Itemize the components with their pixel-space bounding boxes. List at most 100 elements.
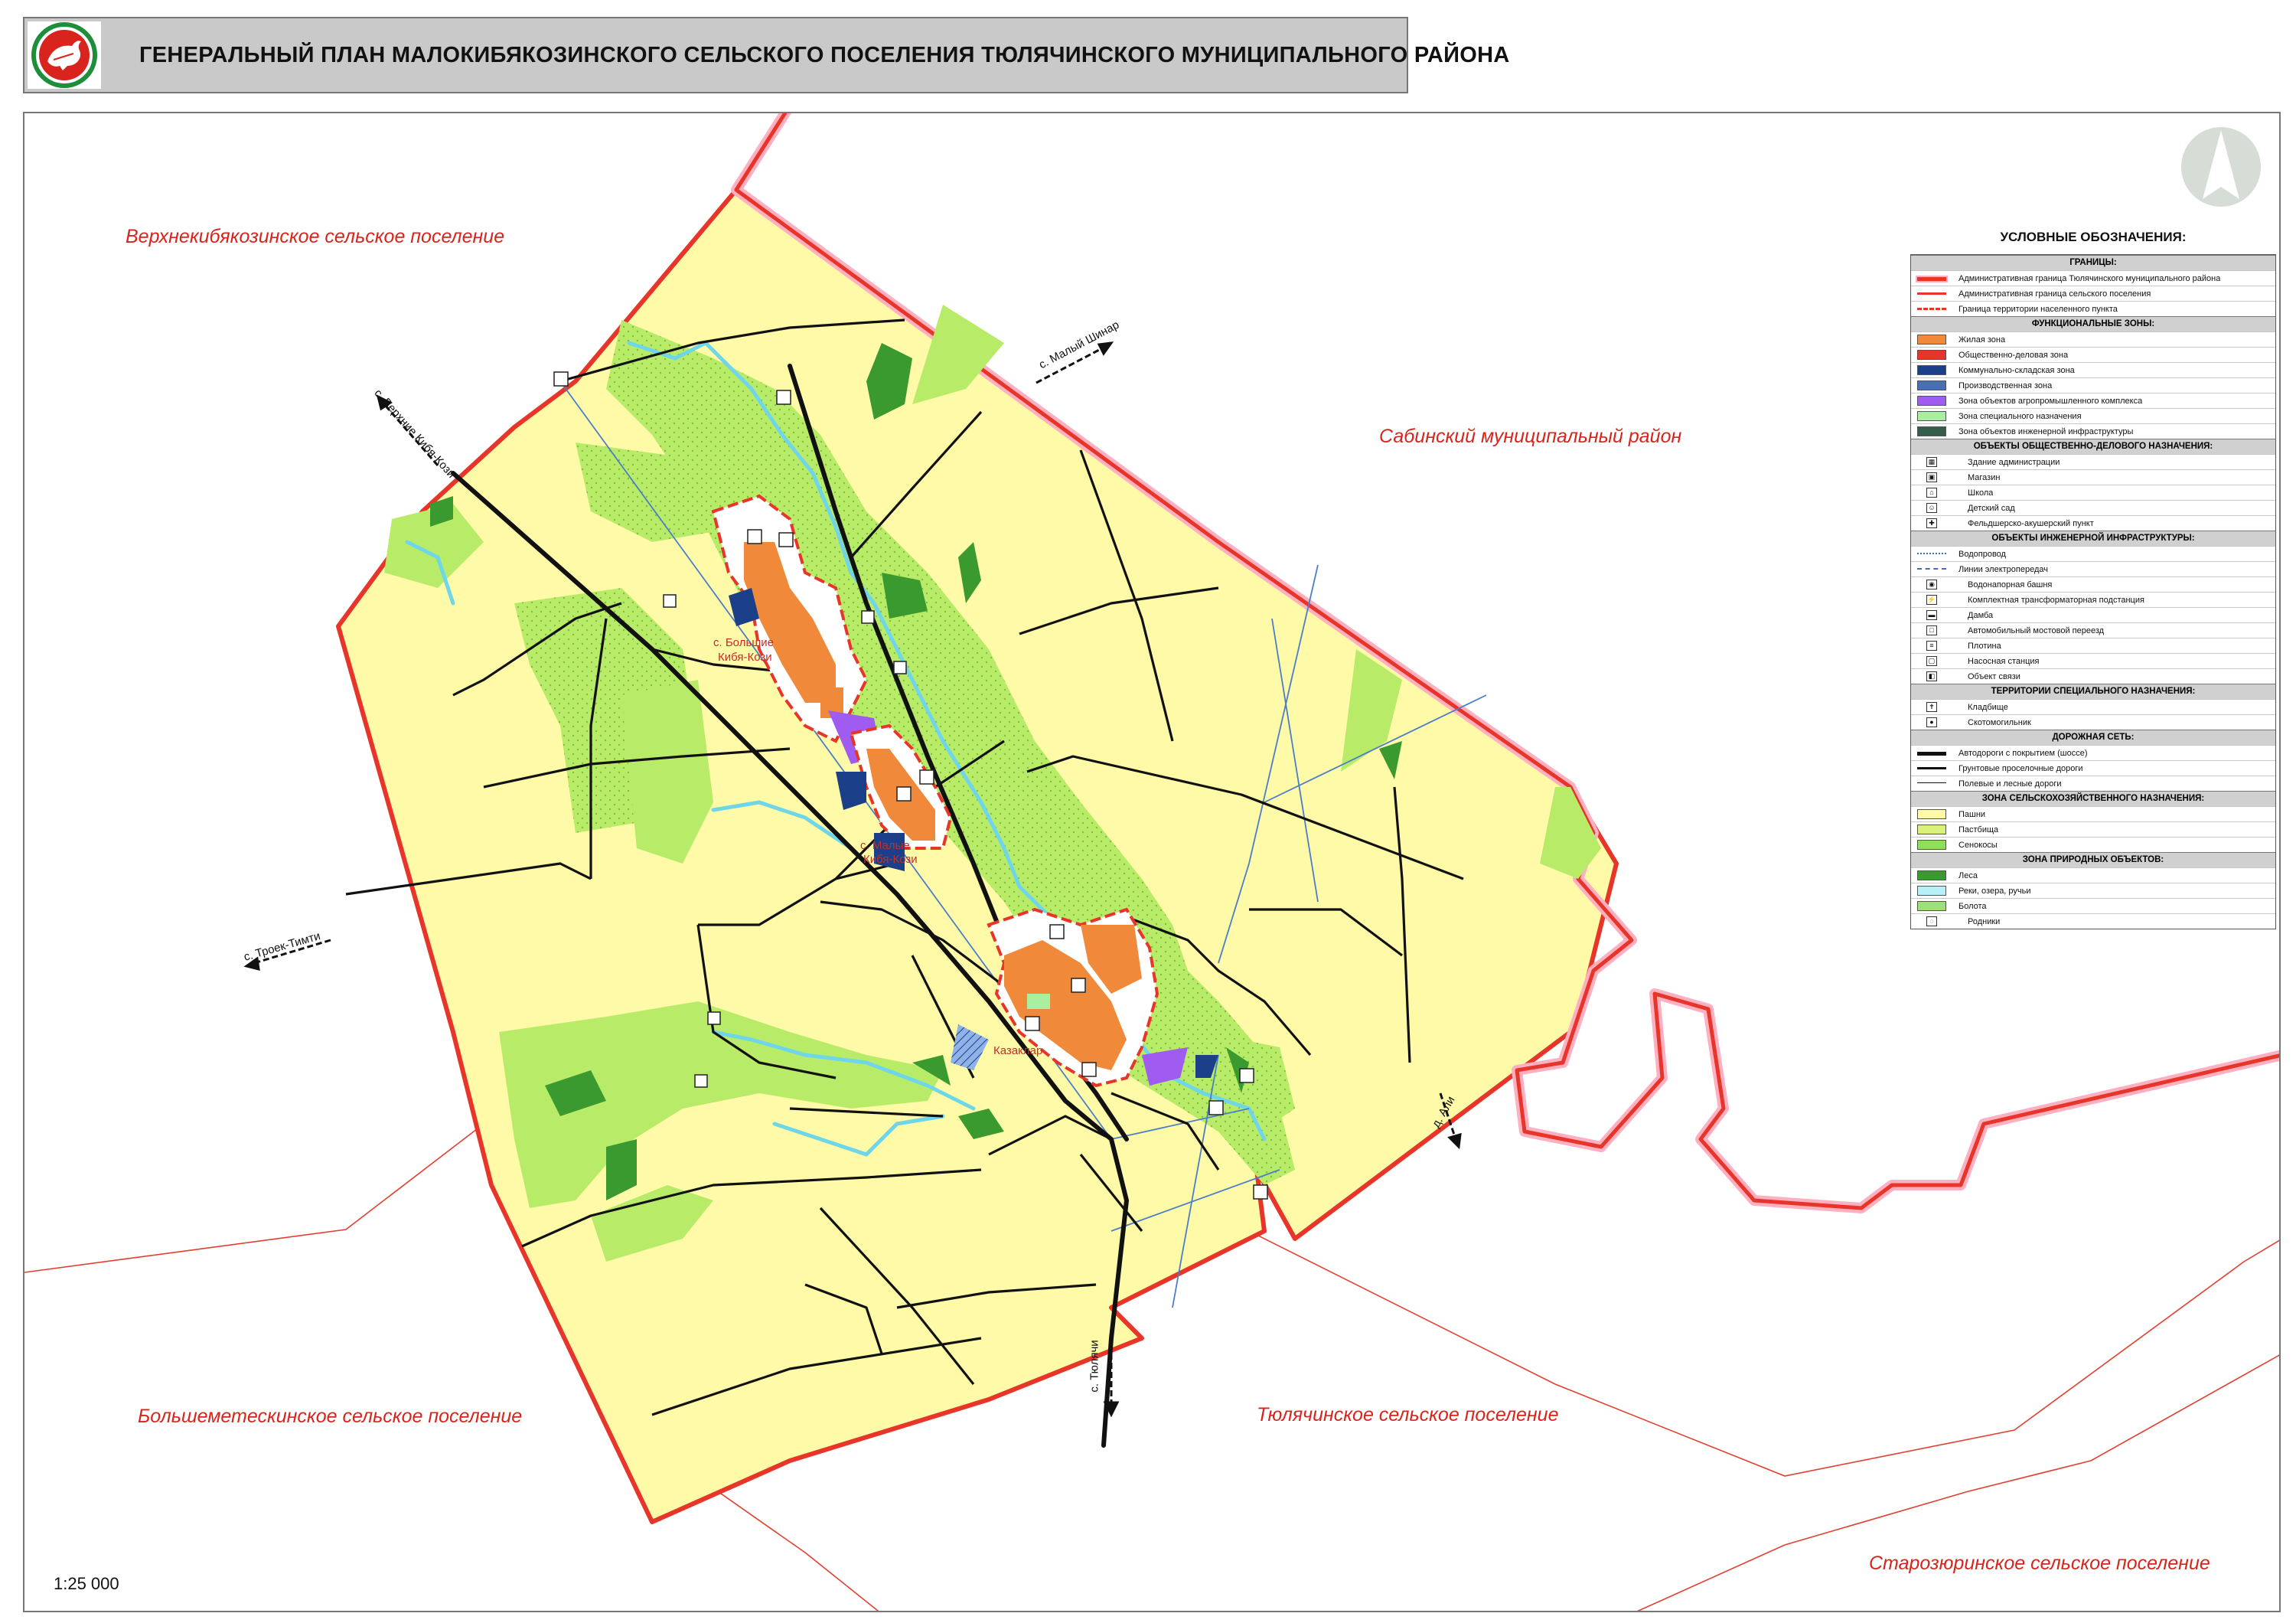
legend-line-swatch — [1917, 779, 1946, 789]
legend-section-header: ЗОНА СЕЛЬСКОХОЗЯЙСТВЕННОГО НАЗНАЧЕНИЯ: — [1911, 791, 2275, 806]
neighbor-label-se: Старозюринское сельское поселение — [1869, 1553, 2210, 1574]
legend-line-swatch — [1917, 549, 1946, 559]
legend-item: ◉ Водонапорная башня — [1911, 576, 2275, 592]
legend-item: Коммунально-складская зона — [1911, 362, 2275, 377]
legend-item: ▣ Магазин — [1911, 469, 2275, 485]
legend-item: Общественно-деловая зона — [1911, 347, 2275, 362]
neighbor-label-s: Тюлячинское сельское поселение — [1257, 1404, 1559, 1425]
legend-item: Пастбища — [1911, 821, 2275, 837]
legend-item-label: Зона объектов инженерной инфраструктуры — [1958, 426, 2134, 436]
legend-box: ГРАНИЦЫ: Административная граница Тюлячин… — [1910, 254, 2276, 929]
legend-line — [1917, 752, 1946, 756]
legend-item: Полевые и лесные дороги — [1911, 776, 2275, 791]
legend-item: Зона объектов инженерной инфраструктуры — [1911, 423, 2275, 439]
legend-swatch — [1917, 809, 1946, 819]
legend-item-label: Плотина — [1968, 641, 2001, 651]
legend-section-header: ТЕРРИТОРИИ СПЕЦИАЛЬНОГО НАЗНАЧЕНИЯ: — [1911, 684, 2275, 699]
legend-icon: ▣ — [1926, 472, 1937, 482]
legend-item-label: Болота — [1958, 901, 1987, 911]
village-label-malye-2: Кибя-Кози — [863, 853, 918, 866]
legend-icon: ◌ — [1926, 916, 1937, 926]
village-label-bolshie-1: с. Большие — [713, 636, 775, 649]
legend-icon: ✝ — [1926, 702, 1937, 712]
legend-icon: ☺ — [1926, 503, 1937, 513]
legend: УСЛОВНЫЕ ОБОЗНАЧЕНИЯ: ГРАНИЦЫ: Администра… — [1910, 230, 2276, 929]
legend-item-label: Пастбища — [1958, 825, 1999, 834]
legend-swatch — [1917, 426, 1946, 436]
legend-icon: ✚ — [1926, 518, 1937, 528]
village-label-bolshie-2: Кибя-Кози — [718, 651, 772, 664]
legend-item: Линии электропередач — [1911, 561, 2275, 576]
legend-item-label: Коммунально-складская зона — [1958, 365, 2075, 375]
legend-item-label: Административная граница Тюлячинского му… — [1958, 273, 2221, 283]
legend-section-header: ЗОНА ПРИРОДНЫХ ОБЪЕКТОВ: — [1911, 852, 2275, 867]
legend-section-header: ГРАНИЦЫ: — [1911, 255, 2275, 270]
legend-icon: ⚡ — [1926, 595, 1937, 605]
page-title: ГЕНЕРАЛЬНЫЙ ПЛАН МАЛОКИБЯКОЗИНСКОГО СЕЛЬ… — [139, 43, 1510, 67]
legend-item-label: Зона специального назначения — [1958, 411, 2082, 421]
legend-item-label: Водопровод — [1958, 549, 2006, 559]
legend-icon: ≡ — [1926, 641, 1937, 651]
legend-item: ☺ Детский сад — [1911, 500, 2275, 515]
legend-title: УСЛОВНЫЕ ОБОЗНАЧЕНИЯ: — [2000, 230, 2187, 244]
legend-item: ◌ Родники — [1911, 913, 2275, 929]
legend-swatch — [1917, 396, 1946, 406]
legend-swatch — [1917, 901, 1946, 911]
neighbor-label-nw: Верхнекибякозинское сельское поселение — [126, 226, 505, 247]
neighbor-label-sw: Большеметескинское сельское поселение — [138, 1406, 523, 1427]
legend-line — [1917, 292, 1946, 295]
legend-item: Производственная зона — [1911, 377, 2275, 393]
legend-item-label: Реки, озера, ручьи — [1958, 886, 2031, 896]
legend-item: Леса — [1911, 867, 2275, 883]
legend-item-label: Здание администрации — [1968, 457, 2060, 467]
legend-item-label: Дамба — [1968, 610, 1994, 620]
legend-item-label: Граница территории населенного пункта — [1958, 304, 2118, 314]
legend-swatch — [1917, 886, 1946, 896]
legend-swatch — [1917, 380, 1946, 390]
legend-line-swatch — [1917, 564, 1946, 574]
legend-item: Автодороги с покрытием (шоссе) — [1911, 745, 2275, 760]
legend-item: Болота — [1911, 898, 2275, 913]
legend-swatch — [1917, 840, 1946, 850]
legend-item: Грунтовые проселочные дороги — [1911, 760, 2275, 776]
legend-line — [1917, 308, 1946, 310]
legend-item-label: Детский сад — [1968, 503, 2015, 513]
village-label-malye-1: с. Малые — [860, 839, 910, 852]
legend-icon: ⌂ — [1926, 488, 1937, 498]
map-frame: Верхнекибякозинское сельское поселение С… — [23, 112, 2281, 1612]
legend-item: Зона объектов агропромышленного комплекс… — [1911, 393, 2275, 408]
legend-item: Жилая зона — [1911, 331, 2275, 347]
legend-line-swatch — [1917, 763, 1946, 773]
legend-item-label: Леса — [1958, 870, 1978, 880]
legend-item: Зона специального назначения — [1911, 408, 2275, 423]
legend-icon: □ — [1926, 625, 1937, 635]
legend-item-label: Жилая зона — [1958, 335, 2006, 345]
legend-item-label: Административная граница сельского посел… — [1958, 289, 2151, 299]
legend-line — [1917, 568, 1946, 570]
legend-section-header: ОБЪЕКТЫ ОБЩЕСТВЕННО-ДЕЛОВОГО НАЗНАЧЕНИЯ: — [1911, 439, 2275, 454]
legend-item-label: Школа — [1968, 488, 1994, 498]
legend-item-label: Объект связи — [1968, 671, 2020, 681]
legend-icon: ◉ — [1926, 580, 1937, 589]
legend-item-label: Пашни — [1958, 809, 1986, 819]
legend-line-swatch — [1917, 748, 1946, 758]
legend-item: ▢ Насосная станция — [1911, 653, 2275, 668]
legend-swatch — [1917, 870, 1946, 880]
legend-item-label: Кладбище — [1968, 702, 2008, 712]
scale-label: 1:25 000 — [54, 1574, 119, 1593]
legend-item-label: Линии электропередач — [1958, 564, 2048, 574]
legend-item-label: Комплектная трансформаторная подстанция — [1968, 595, 2144, 605]
legend-item: Сенокосы — [1911, 837, 2275, 852]
legend-item: ▦ Здание администрации — [1911, 454, 2275, 469]
legend-item-label: Родники — [1968, 916, 2001, 926]
legend-line — [1917, 277, 1946, 281]
legend-item-label: Водонапорная башня — [1968, 580, 2053, 589]
legend-item: Административная граница Тюлячинского му… — [1911, 270, 2275, 286]
legend-item: Водопровод — [1911, 546, 2275, 561]
village-label-kazaklar: Казаклар — [993, 1044, 1043, 1057]
legend-item-label: Скотомогильник — [1968, 717, 2031, 727]
direction-label-tyulyachi: с. Тюлячи — [1088, 1340, 1101, 1393]
neighbor-label-e: Сабинский муниципальный район — [1379, 426, 1682, 447]
legend-item: ≡ Плотина — [1911, 638, 2275, 653]
legend-item: Административная граница сельского посел… — [1911, 286, 2275, 301]
